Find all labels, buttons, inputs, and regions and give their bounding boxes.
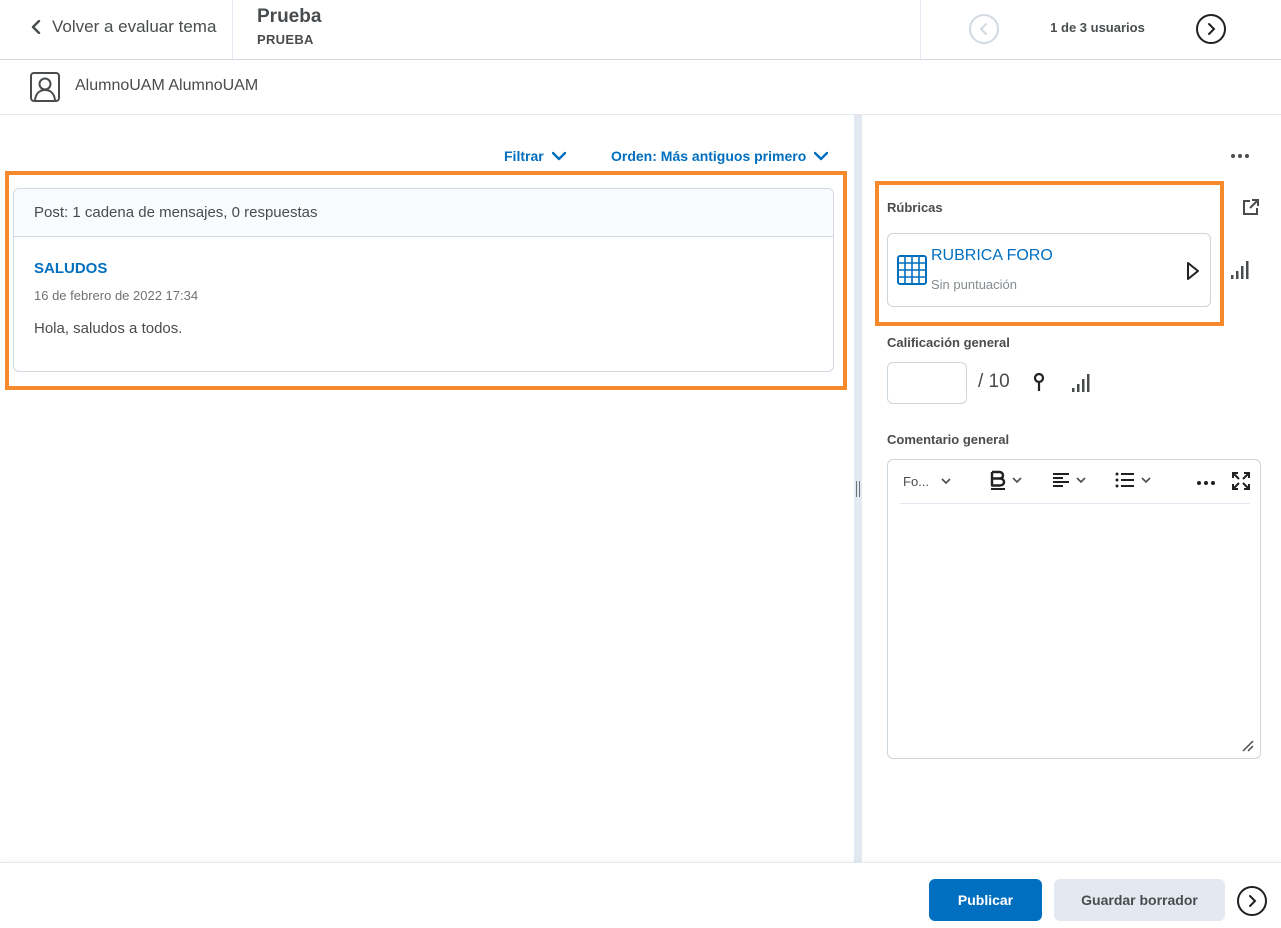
comment-editor: Fo... xyxy=(887,459,1261,759)
page-subtitle: PRUEBA xyxy=(257,32,314,47)
order-label: Orden: Más antiguos primero xyxy=(611,148,807,164)
user-name: AlumnoUAM AlumnoUAM xyxy=(75,77,259,94)
chevron-down-icon xyxy=(814,151,829,161)
more-icon[interactable] xyxy=(1195,473,1217,493)
list-button[interactable] xyxy=(1115,472,1151,488)
popout-icon[interactable] xyxy=(1241,197,1261,217)
rubric-grid-icon xyxy=(897,255,927,285)
footer-bar: Publicar Guardar borrador xyxy=(0,862,1281,928)
page-title: Prueba xyxy=(257,6,322,27)
post-body: Hola, saludos a todos. xyxy=(34,320,183,337)
align-button[interactable] xyxy=(1052,472,1086,488)
editor-toolbar: Fo... xyxy=(900,460,1250,504)
fullscreen-icon[interactable] xyxy=(1232,472,1250,490)
save-draft-button[interactable]: Guardar borrador xyxy=(1054,879,1225,921)
comment-label: Comentario general xyxy=(887,432,1010,447)
chevron-left-icon xyxy=(979,23,987,35)
stats-icon[interactable] xyxy=(1071,373,1091,393)
chevron-down-icon xyxy=(1076,476,1086,483)
user-bar: AlumnoUAM AlumnoUAM xyxy=(0,60,1281,115)
title-block: Prueba PRUEBA xyxy=(257,6,321,47)
order-dropdown[interactable]: Orden: Más antiguos primero xyxy=(611,148,829,164)
rubric-name: RUBRICA FORO xyxy=(931,247,1053,264)
more-icon[interactable] xyxy=(1228,146,1252,166)
previous-user-button[interactable] xyxy=(969,14,999,44)
divider xyxy=(232,0,233,59)
filter-label: Filtrar xyxy=(504,148,544,164)
grade-input[interactable] xyxy=(887,362,967,404)
chevron-right-icon xyxy=(1208,23,1216,35)
post-summary: Post: 1 cadena de mensajes, 0 respuestas xyxy=(14,189,833,237)
list-icon xyxy=(1115,472,1134,488)
align-icon xyxy=(1053,473,1069,487)
comment-text-area[interactable] xyxy=(900,506,1250,746)
back-link[interactable]: Volver a evaluar tema xyxy=(30,17,216,37)
post-card: Post: 1 cadena de mensajes, 0 respuestas… xyxy=(13,188,834,372)
next-user-button[interactable] xyxy=(1196,14,1226,44)
chevron-down-icon xyxy=(551,151,566,161)
stats-icon[interactable] xyxy=(1230,260,1250,280)
pin-icon[interactable] xyxy=(1031,372,1047,392)
chevron-down-icon xyxy=(1012,476,1022,483)
publish-button[interactable]: Publicar xyxy=(929,879,1042,921)
divider xyxy=(920,0,921,59)
chevron-down-icon xyxy=(941,478,951,485)
post-date: 16 de febrero de 2022 17:34 xyxy=(34,288,199,303)
rubrics-label: Rúbricas xyxy=(887,200,943,215)
filter-dropdown[interactable]: Filtrar xyxy=(504,148,566,164)
back-link-label: Volver a evaluar tema xyxy=(52,17,217,36)
play-icon xyxy=(1187,262,1199,280)
bold-button[interactable] xyxy=(990,470,1022,490)
next-user-footer-button[interactable] xyxy=(1237,886,1267,916)
resize-icon[interactable] xyxy=(1240,738,1254,752)
rubric-card[interactable]: RUBRICA FORO Sin puntuación xyxy=(887,233,1211,307)
splitter-grip-icon[interactable] xyxy=(856,481,860,497)
grade-max: / 10 xyxy=(978,371,1010,392)
post-title-link[interactable]: SALUDOS xyxy=(34,260,107,277)
chevron-right-icon xyxy=(1249,895,1257,907)
font-label: Fo... xyxy=(903,474,930,489)
font-dropdown[interactable]: Fo... xyxy=(903,474,951,489)
bold-icon xyxy=(990,470,1006,490)
chevron-down-icon xyxy=(1141,476,1151,483)
top-bar: Volver a evaluar tema Prueba PRUEBA 1 de… xyxy=(0,0,1281,60)
overall-grade-label: Calificación general xyxy=(887,335,1010,350)
user-avatar-icon xyxy=(30,72,60,102)
rubric-status: Sin puntuación xyxy=(931,277,1018,292)
chevron-left-icon xyxy=(31,20,41,34)
user-count: 1 de 3 usuarios xyxy=(1050,20,1145,35)
